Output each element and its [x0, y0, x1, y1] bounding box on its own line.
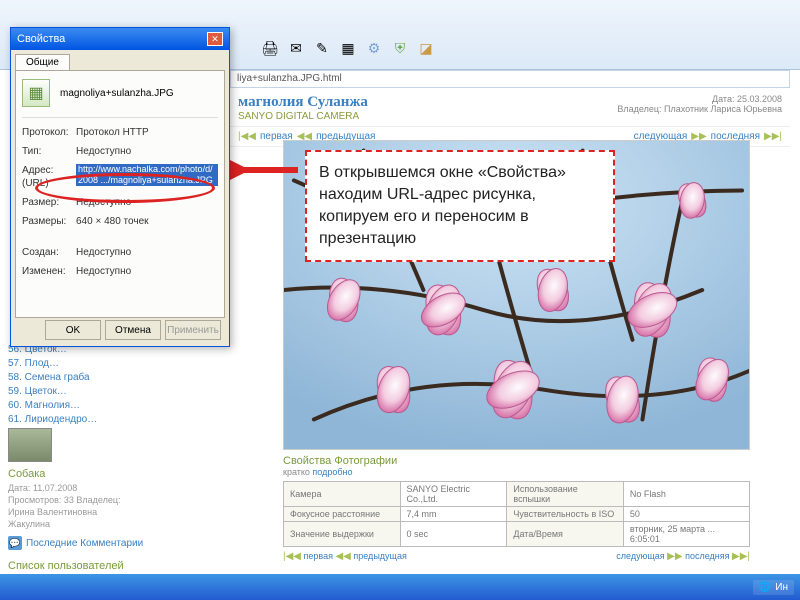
bottom-nav-prev[interactable]: предыдущая	[353, 551, 406, 561]
properties-dialog: Свойства ✕ Общие ▦ magnoliya+sulanzha.JP…	[10, 27, 230, 347]
list-item[interactable]: 57. Плод…	[8, 358, 222, 369]
last-icon[interactable]: ▶▶|	[764, 131, 782, 142]
tab-row: Общие	[11, 50, 229, 70]
browser-toolbar: 🖨 ✉ ✎ ▦ ⚙ ⛨ ◪	[260, 38, 436, 58]
url-value: http://www.nachalka.com/photo/d/2008 ...…	[76, 164, 218, 190]
address-bar[interactable]: liya+sulanzha.JPG.html	[230, 70, 790, 88]
ie-icon: 🌐	[759, 582, 771, 593]
write-icon[interactable]: ✎	[312, 38, 332, 58]
table-row: Фокусное расстояние7,4 mmЧувствительност…	[284, 507, 750, 522]
album-thumb[interactable]	[8, 428, 52, 462]
exif-table: КамераSANYO Electric Co.,Ltd.Использован…	[283, 481, 750, 547]
details-link[interactable]: подробно	[312, 467, 352, 477]
url-highlight[interactable]: http://www.nachalka.com/photo/d/2008 ...…	[76, 164, 218, 186]
protocol-value: Протокол HTTP	[76, 126, 218, 139]
comments-icon: 💬	[8, 536, 22, 550]
dialog-titlebar: Свойства ✕	[11, 28, 229, 50]
list-item[interactable]: 58. Семена граба	[8, 372, 222, 383]
size-label: Размер:	[22, 196, 76, 209]
page-owner: Владелец: Плахотник Лариса Юрьевна	[617, 104, 782, 114]
size-value: Недоступно	[76, 196, 218, 209]
table-row: Значение выдержки0 secДата/Времявторник,…	[284, 522, 750, 547]
mail-icon[interactable]: ✉	[286, 38, 306, 58]
bottom-nav-last[interactable]: последняя	[685, 551, 729, 561]
modified-value: Недоступно	[76, 265, 218, 278]
album-title[interactable]: Собака	[8, 468, 222, 480]
ok-button[interactable]: OK	[45, 320, 101, 340]
created-label: Создан:	[22, 246, 76, 259]
photo-props-sub: кратко подробно	[283, 467, 750, 477]
url-label: Адрес: (URL)	[22, 164, 76, 190]
page-date: Дата: 25.03.2008	[617, 94, 782, 104]
recent-comments-link[interactable]: 💬 Последние Комментарии	[8, 536, 222, 550]
taskbar: 🌐 Ин	[0, 574, 800, 600]
dim-value: 640 × 480 точек	[76, 215, 218, 228]
page-subtitle: SANYO DIGITAL CAMERA	[238, 111, 368, 122]
table-row: КамераSANYO Electric Co.,Ltd.Использован…	[284, 482, 750, 507]
list-item[interactable]: 59. Цветок…	[8, 386, 222, 397]
tab-general[interactable]: Общие	[15, 54, 70, 70]
modified-label: Изменен:	[22, 265, 76, 278]
dim-label: Размеры:	[22, 215, 76, 228]
thumb-list: 56. Цветок… 57. Плод… 58. Семена граба 5…	[8, 344, 222, 425]
block-icon[interactable]: ◪	[416, 38, 436, 58]
album-meta: Дата: 11.07.2008 Просмотров: 33 Владелец…	[8, 482, 222, 530]
print-icon[interactable]: 🖨	[260, 38, 280, 58]
type-label: Тип:	[22, 145, 76, 158]
photo-properties: Свойства Фотографии кратко подробно Каме…	[283, 455, 750, 562]
users-list-title[interactable]: Список пользователей	[8, 560, 222, 572]
taskbar-item[interactable]: 🌐 Ин	[753, 580, 794, 595]
page-title: магнолия Суланжа	[238, 94, 368, 111]
recent-comments-label: Последние Комментарии	[26, 538, 143, 549]
list-item[interactable]: 60. Магнолия…	[8, 400, 222, 411]
cancel-button[interactable]: Отмена	[105, 320, 161, 340]
dialog-title-text: Свойства	[17, 28, 65, 50]
shield-icon[interactable]: ⛨	[390, 38, 410, 58]
protocol-label: Протокол:	[22, 126, 76, 139]
stop-icon[interactable]: ▦	[338, 38, 358, 58]
filename-text: magnoliya+sulanzha.JPG	[60, 88, 174, 99]
close-icon[interactable]: ✕	[207, 32, 223, 46]
file-type-icon: ▦	[22, 79, 50, 107]
page-meta: Дата: 25.03.2008 Владелец: Плахотник Лар…	[617, 94, 782, 122]
list-item[interactable]: 61. Лириодендро…	[8, 414, 222, 425]
arrow-icon	[230, 158, 300, 182]
type-value: Недоступно	[76, 145, 218, 158]
bottom-nav-next[interactable]: следующая	[616, 551, 664, 561]
photo-props-title: Свойства Фотографии	[283, 455, 750, 467]
instruction-callout: В открывшемся окне «Свойства» находим UR…	[305, 150, 615, 262]
dialog-body: ▦ magnoliya+sulanzha.JPG Протокол:Проток…	[15, 70, 225, 318]
created-value: Недоступно	[76, 246, 218, 259]
bottom-nav-first[interactable]: первая	[304, 551, 333, 561]
taskbar-item-label: Ин	[775, 582, 788, 593]
bottom-nav: |◀◀ первая ◀◀ предыдущая следующая ▶▶ по…	[283, 551, 750, 562]
apply-button: Применить	[165, 320, 221, 340]
tool-icon[interactable]: ⚙	[364, 38, 384, 58]
first-icon[interactable]: |◀◀	[238, 131, 256, 142]
